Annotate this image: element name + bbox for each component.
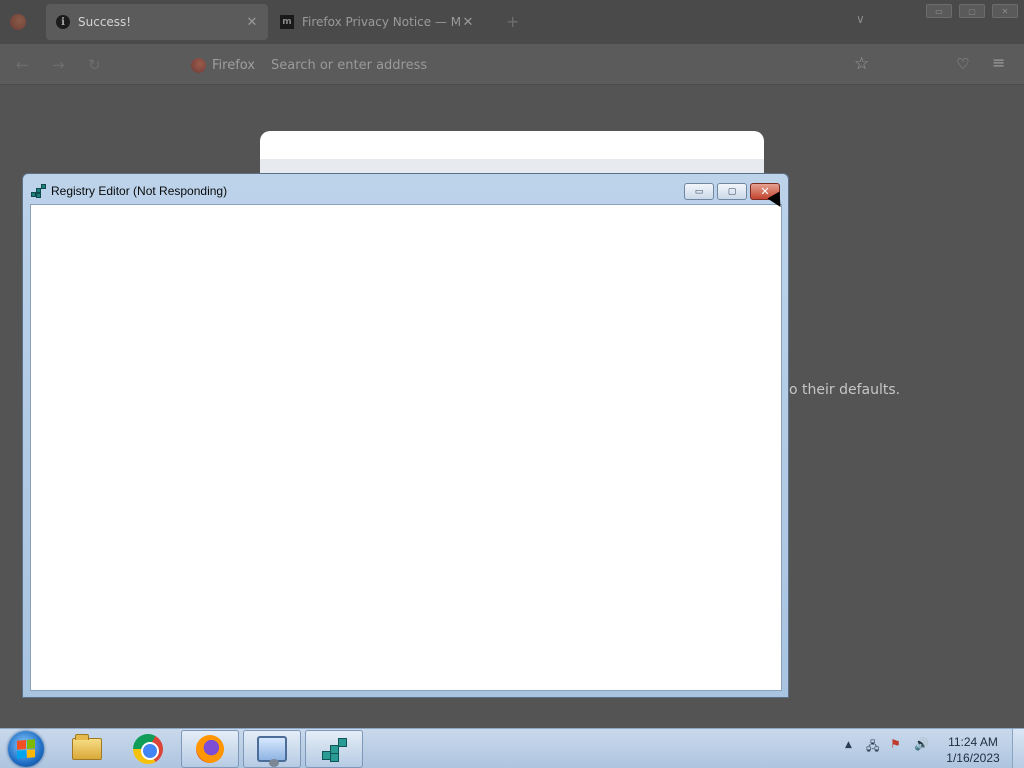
window-title-bar[interactable]: Registry Editor (Not Responding) [31, 183, 227, 199]
registry-editor-icon [31, 183, 47, 199]
taskbar: ▲ 🖧 ⚑ 🔊 11:24 AM 1/16/2023 [0, 728, 1024, 768]
browser-tab-bar: i Success! ✕ m Firefox Privacy Notice — … [0, 0, 1024, 44]
firefox-logo-icon [10, 14, 26, 30]
restore-browser-button[interactable]: ▢ [959, 4, 985, 18]
show-desktop-button[interactable] [1012, 729, 1024, 768]
list-all-tabs-icon[interactable]: ∨ [856, 12, 865, 26]
tab-privacy-notice[interactable]: m Firefox Privacy Notice — Mozilla ✕ [278, 4, 484, 40]
window-client-area [30, 204, 782, 691]
url-brand-label: Firefox [212, 57, 256, 73]
action-center-flag-icon[interactable]: ⚑ [890, 737, 901, 751]
info-icon: i [56, 15, 70, 29]
folder-icon [72, 734, 102, 760]
taskbar-explorer-button[interactable] [58, 730, 116, 768]
start-button[interactable] [8, 731, 44, 767]
system-clock[interactable]: 11:24 AM 1/16/2023 [938, 734, 1008, 766]
tab-close-icon[interactable]: ✕ [460, 15, 476, 30]
windows-logo-icon [17, 739, 35, 759]
volume-icon[interactable]: 🔊 [914, 737, 929, 751]
url-bar[interactable]: Firefox [186, 50, 842, 80]
chrome-icon [133, 734, 163, 764]
taskbar-chrome-button[interactable] [119, 730, 177, 768]
registry-editor-window[interactable]: Registry Editor (Not Responding) ▭ ▢ ✕ [22, 173, 789, 698]
tab-success[interactable]: i Success! ✕ [46, 4, 268, 40]
close-browser-button[interactable]: ✕ [992, 4, 1018, 18]
firefox-identity-icon [191, 57, 206, 73]
firefox-icon [196, 735, 224, 763]
app-menu-icon[interactable]: ≡ [992, 53, 1005, 72]
taskbar-firefox-button[interactable] [181, 730, 239, 768]
taskbar-registry-editor-button[interactable] [305, 730, 363, 768]
clock-date: 1/16/2023 [946, 751, 1000, 765]
mozilla-m-icon: m [280, 15, 294, 29]
maximize-button[interactable]: ▢ [717, 183, 747, 200]
tab-close-icon[interactable]: ✕ [244, 15, 260, 30]
address-input[interactable] [271, 57, 672, 73]
minimize-browser-button[interactable]: ▭ [926, 4, 952, 18]
page-text-fragment: o their defaults. [789, 382, 901, 398]
show-hidden-icons-button[interactable]: ▲ [845, 740, 852, 750]
minimize-button[interactable]: ▭ [684, 183, 714, 200]
new-tab-button[interactable]: + [506, 12, 519, 31]
tab-label: Success! [78, 15, 132, 29]
control-panel-icon [257, 736, 287, 767]
browser-nav-bar: ← → ↻ Firefox ☆ ♡ ≡ [0, 44, 1024, 85]
bookmark-star-icon[interactable]: ☆ [854, 54, 869, 74]
tab-label: Firefox Privacy Notice — Mozilla [302, 15, 460, 29]
back-arrow-icon[interactable]: ← [16, 56, 29, 74]
network-icon[interactable]: 🖧 [866, 737, 879, 758]
window-title: Registry Editor (Not Responding) [51, 184, 228, 198]
reload-icon[interactable]: ↻ [88, 56, 101, 74]
taskbar-control-panel-button[interactable] [243, 730, 301, 768]
clock-time: 11:24 AM [948, 735, 998, 749]
registry-editor-icon [320, 735, 348, 763]
pocket-icon[interactable]: ♡ [956, 55, 969, 73]
forward-arrow-icon[interactable]: → [52, 56, 65, 74]
